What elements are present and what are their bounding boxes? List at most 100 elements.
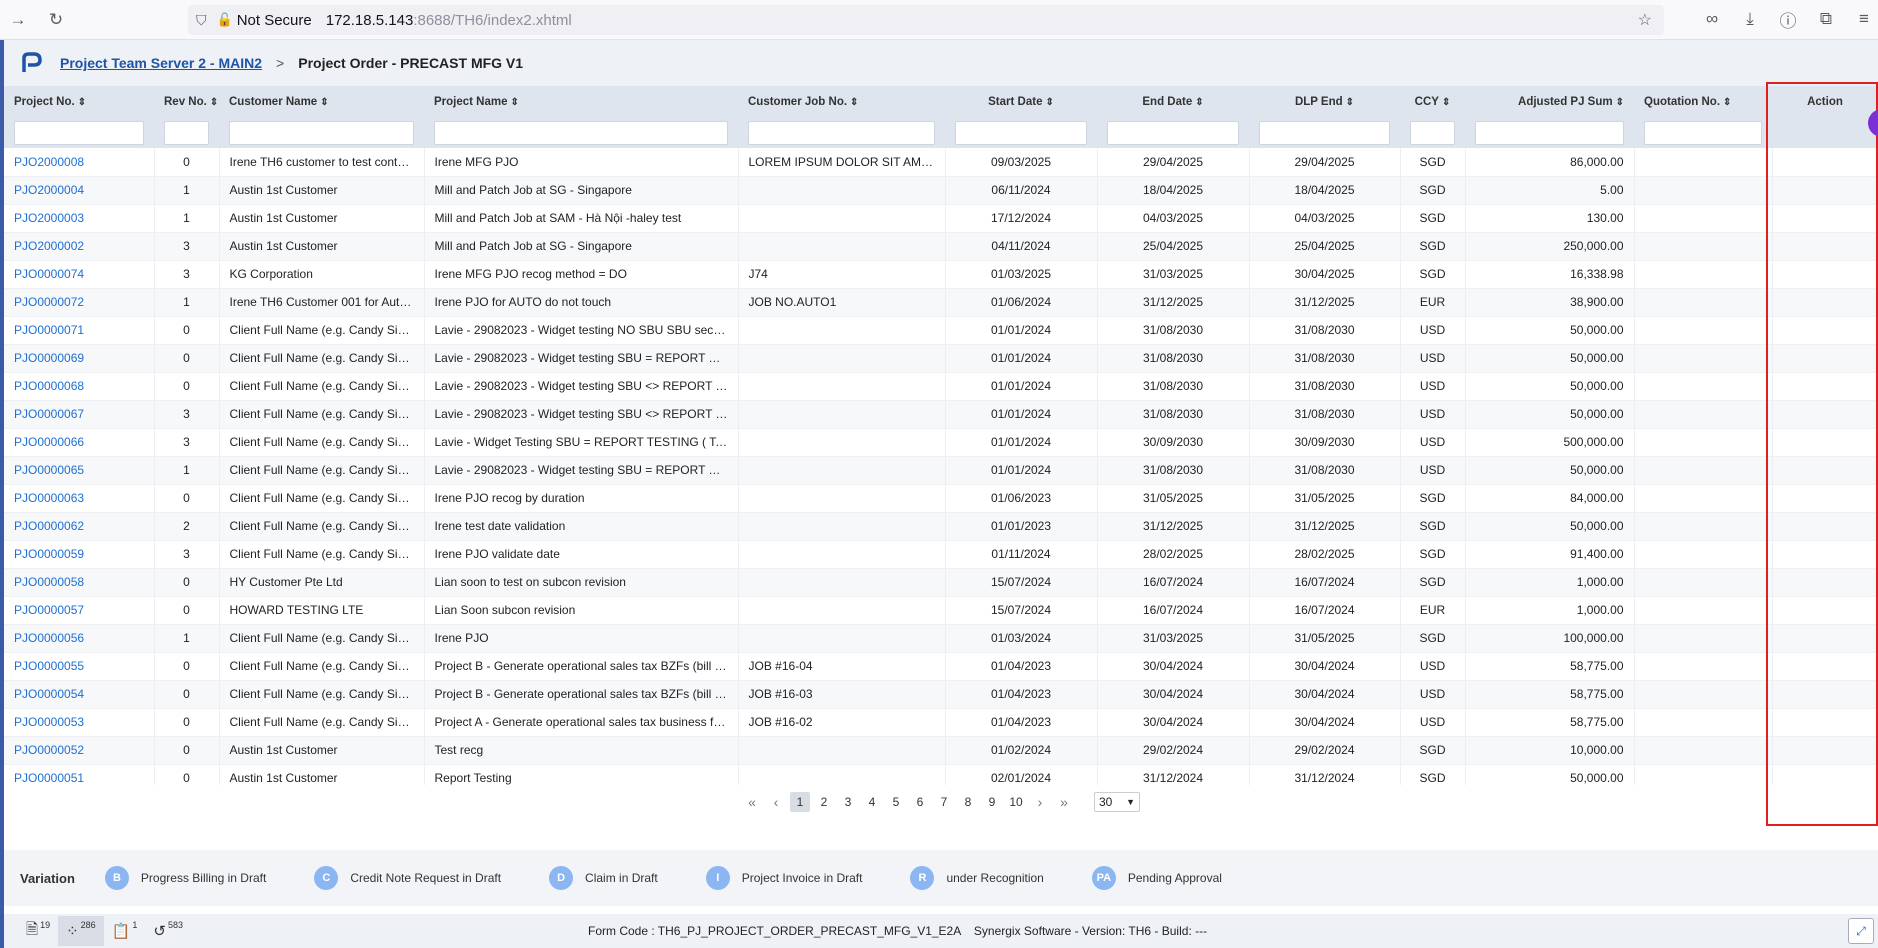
action-cell[interactable] bbox=[1772, 204, 1878, 233]
table-row[interactable]: PJO2000004 1 Austin 1st Customer Mill and P… bbox=[4, 176, 1878, 205]
sort-icon[interactable]: ⇕ bbox=[1616, 97, 1624, 108]
status-documents[interactable]: 🗎 19 bbox=[18, 916, 58, 946]
project-no-link[interactable]: PJO0000071 bbox=[4, 316, 155, 345]
column-filter-input[interactable] bbox=[1475, 121, 1624, 145]
project-no-link[interactable]: PJO2000004 bbox=[4, 176, 155, 205]
project-no-link[interactable]: PJO0000051 bbox=[4, 764, 155, 785]
table-row[interactable]: PJO0000074 3 KG Corporation Irene MFG PJO r… bbox=[4, 260, 1878, 289]
action-cell[interactable] bbox=[1772, 764, 1878, 785]
sort-icon[interactable]: ⇕ bbox=[210, 97, 218, 108]
column-filter-input[interactable] bbox=[1107, 121, 1239, 145]
project-no-link[interactable]: PJO0000056 bbox=[4, 624, 155, 653]
page-link[interactable]: 6 bbox=[910, 792, 930, 812]
breadcrumb-server-link[interactable]: Project Team Server 2 - MAIN2 bbox=[60, 55, 262, 71]
url-bar[interactable]: ⛉ 🔓 Not Secure 172.18.5.143:8688/TH6/ind… bbox=[188, 5, 1664, 35]
status-approvals[interactable]: 📋 1 bbox=[104, 916, 146, 946]
project-no-link[interactable]: PJO0000072 bbox=[4, 288, 155, 317]
table-row[interactable]: PJO2000003 1 Austin 1st Customer Mill and P… bbox=[4, 204, 1878, 233]
column-filter-input[interactable] bbox=[229, 121, 414, 145]
download-icon[interactable]: ⤓ bbox=[1736, 5, 1764, 33]
column-header[interactable]: Rev No. ⇕ bbox=[154, 86, 219, 118]
project-no-link[interactable]: PJO2000002 bbox=[4, 232, 155, 261]
project-no-link[interactable]: PJO0000058 bbox=[4, 568, 155, 597]
table-row[interactable]: PJO0000059 3 Client Full Name (e.g. Candy … bbox=[4, 540, 1878, 569]
column-filter-input[interactable] bbox=[748, 121, 935, 145]
project-no-link[interactable]: PJO0000074 bbox=[4, 260, 155, 289]
project-no-link[interactable]: PJO0000055 bbox=[4, 652, 155, 681]
action-cell[interactable] bbox=[1772, 736, 1878, 765]
project-no-link[interactable]: PJO2000008 bbox=[4, 148, 155, 177]
action-cell[interactable] bbox=[1772, 624, 1878, 653]
page-link[interactable]: 4 bbox=[862, 792, 882, 812]
action-cell[interactable] bbox=[1772, 456, 1878, 485]
table-row[interactable]: PJO0000072 1 Irene TH6 Customer 001 for Au… bbox=[4, 288, 1878, 317]
prev-page-icon[interactable]: ‹ bbox=[766, 794, 786, 810]
action-cell[interactable] bbox=[1772, 540, 1878, 569]
table-row[interactable]: PJO0000067 3 Client Full Name (e.g. Candy … bbox=[4, 400, 1878, 429]
table-row[interactable]: PJO0000062 2 Client Full Name (e.g. Candy … bbox=[4, 512, 1878, 541]
page-link[interactable]: 3 bbox=[838, 792, 858, 812]
sort-icon[interactable]: ⇕ bbox=[850, 97, 858, 108]
action-cell[interactable] bbox=[1772, 568, 1878, 597]
project-no-link[interactable]: PJO0000067 bbox=[4, 400, 155, 429]
project-no-link[interactable]: PJO0000063 bbox=[4, 484, 155, 513]
forward-icon[interactable]: → bbox=[4, 6, 32, 34]
table-row[interactable]: PJO0000066 3 Client Full Name (e.g. Candy … bbox=[4, 428, 1878, 457]
table-row[interactable]: PJO0000057 0 HOWARD TESTING LTE Lian Soon s… bbox=[4, 596, 1878, 625]
app-logo-icon[interactable] bbox=[16, 48, 46, 78]
sort-icon[interactable]: ⇕ bbox=[1195, 97, 1203, 108]
action-cell[interactable] bbox=[1772, 708, 1878, 737]
sort-icon[interactable]: ⇕ bbox=[511, 97, 519, 108]
menu-icon[interactable]: ≡ bbox=[1850, 5, 1878, 33]
first-page-icon[interactable]: « bbox=[742, 794, 762, 810]
column-header[interactable]: Action bbox=[1772, 86, 1878, 118]
table-row[interactable]: PJO0000053 0 Client Full Name (e.g. Candy … bbox=[4, 708, 1878, 737]
page-link[interactable]: 8 bbox=[958, 792, 978, 812]
column-header[interactable]: Customer Job No. ⇕ bbox=[738, 86, 945, 118]
column-header[interactable]: Project No. ⇕ bbox=[4, 86, 154, 118]
page-link[interactable]: 5 bbox=[886, 792, 906, 812]
column-filter-input[interactable] bbox=[14, 121, 144, 145]
column-header[interactable]: Quotation No. ⇕ bbox=[1634, 86, 1772, 118]
status-history[interactable]: ↺ 583 bbox=[145, 916, 191, 946]
project-no-link[interactable]: PJO0000057 bbox=[4, 596, 155, 625]
project-no-link[interactable]: PJO0000069 bbox=[4, 344, 155, 373]
sort-icon[interactable]: ⇕ bbox=[1723, 97, 1731, 108]
action-cell[interactable] bbox=[1772, 400, 1878, 429]
mask-icon[interactable]: ∞ bbox=[1698, 5, 1726, 33]
page-link[interactable]: 1 bbox=[790, 792, 810, 812]
last-page-icon[interactable]: » bbox=[1054, 794, 1074, 810]
page-link[interactable]: 2 bbox=[814, 792, 834, 812]
column-header[interactable]: End Date ⇕ bbox=[1097, 86, 1249, 118]
column-header[interactable]: Adjusted PJ Sum ⇕ bbox=[1465, 86, 1634, 118]
sort-icon[interactable]: ⇕ bbox=[1045, 97, 1053, 108]
project-no-link[interactable]: PJO0000068 bbox=[4, 372, 155, 401]
table-row[interactable]: PJO0000052 0 Austin 1st Customer Test recg 0… bbox=[4, 736, 1878, 765]
project-no-link[interactable]: PJO0000062 bbox=[4, 512, 155, 541]
page-size-select[interactable]: 30 ▼ bbox=[1094, 792, 1140, 812]
table-row[interactable]: PJO0000071 0 Client Full Name (e.g. Candy … bbox=[4, 316, 1878, 345]
action-cell[interactable] bbox=[1772, 148, 1878, 177]
reload-icon[interactable]: ↻ bbox=[42, 6, 70, 34]
column-filter-input[interactable] bbox=[1259, 121, 1390, 145]
column-header[interactable]: Start Date ⇕ bbox=[945, 86, 1097, 118]
sort-icon[interactable]: ⇕ bbox=[320, 97, 328, 108]
table-row[interactable]: PJO0000068 0 Client Full Name (e.g. Candy … bbox=[4, 372, 1878, 401]
shield-icon[interactable]: ⛉ bbox=[196, 12, 207, 29]
action-cell[interactable] bbox=[1772, 512, 1878, 541]
table-row[interactable]: PJO0000054 0 Client Full Name (e.g. Candy … bbox=[4, 680, 1878, 709]
table-row[interactable]: PJO0000058 0 HY Customer Pte Ltd Lian soon … bbox=[4, 568, 1878, 597]
table-row[interactable]: PJO2000008 0 Irene TH6 customer to test co… bbox=[4, 148, 1878, 177]
column-filter-input[interactable] bbox=[434, 121, 728, 145]
column-header[interactable]: Project Name ⇕ bbox=[424, 86, 738, 118]
column-filter-input[interactable] bbox=[955, 121, 1087, 145]
project-no-link[interactable]: PJO0000066 bbox=[4, 428, 155, 457]
next-page-icon[interactable]: › bbox=[1030, 794, 1050, 810]
project-no-link[interactable]: PJO0000052 bbox=[4, 736, 155, 765]
action-cell[interactable] bbox=[1772, 652, 1878, 681]
action-cell[interactable] bbox=[1772, 288, 1878, 317]
project-no-link[interactable]: PJO0000053 bbox=[4, 708, 155, 737]
extensions-icon[interactable]: ⧉ bbox=[1812, 5, 1840, 33]
star-icon[interactable]: ☆ bbox=[1638, 10, 1652, 30]
action-cell[interactable] bbox=[1772, 484, 1878, 513]
